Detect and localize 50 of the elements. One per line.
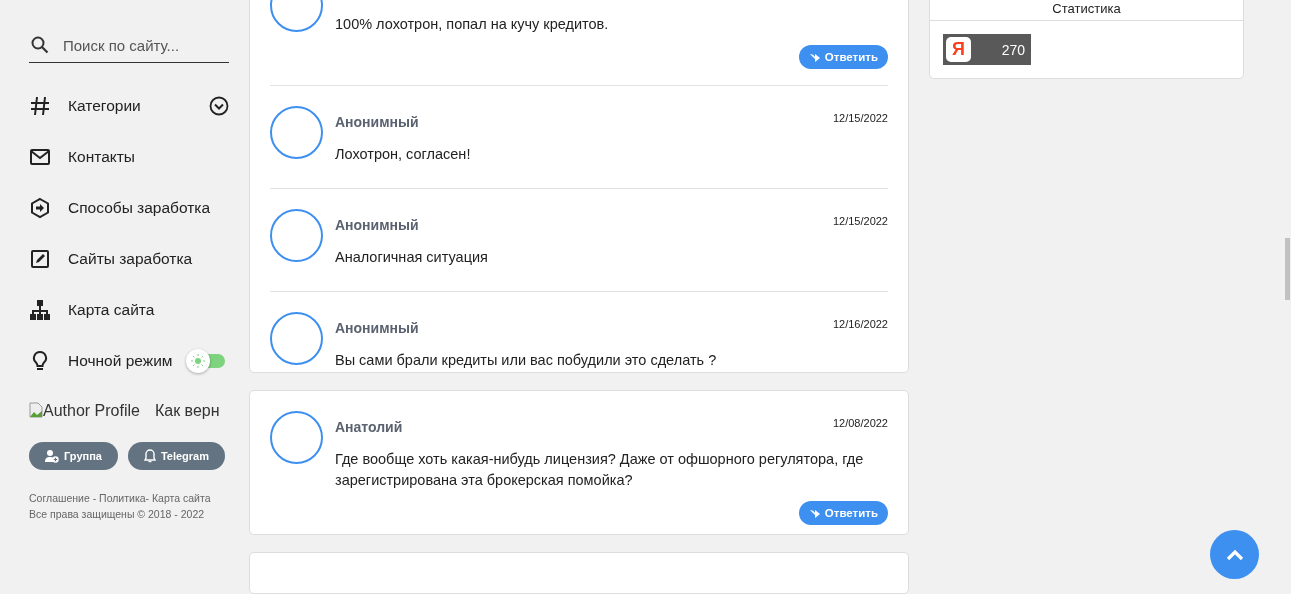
comment-text: Лохотрон, согласен! <box>335 145 472 164</box>
chevron-up-icon <box>1225 548 1244 561</box>
sitemap-icon <box>29 298 51 321</box>
comment-author: Анатолий <box>335 419 403 436</box>
nav-link[interactable]: Сайты заработка <box>68 249 193 268</box>
comment-author: Анонимный <box>335 217 419 233</box>
avatar <box>270 106 323 159</box>
scrollbar-thumb[interactable] <box>1285 238 1290 300</box>
group-button[interactable]: Группа <box>29 442 118 470</box>
search-field[interactable]: Поиск по сайту... <box>29 34 229 63</box>
search-icon <box>31 36 49 54</box>
comment-date: 12/15/2022 <box>832 112 888 124</box>
avatar <box>270 411 323 465</box>
hexagon-arrow-icon <box>29 196 51 219</box>
nav-link[interactable]: Категории <box>68 96 141 115</box>
comment-date: 12/15/2022 <box>832 215 888 227</box>
nav-link[interactable]: Способы заработка <box>68 198 211 217</box>
comment-text: 100% лохотрон, попал на кучу кредитов. <box>335 15 610 34</box>
nav-link[interactable]: Ночной режим <box>68 351 173 370</box>
scroll-to-top-button[interactable] <box>1210 530 1259 579</box>
scrolling-text: Как верн <box>154 402 220 420</box>
copyright-text: Все права защищены © 2018 - 2022 <box>29 507 206 522</box>
bell-icon <box>143 449 156 463</box>
comment-date: 12/08/2022 <box>832 417 888 430</box>
comment-author: Анонимный <box>335 114 419 130</box>
telegram-button[interactable]: Telegram <box>127 442 225 470</box>
avatar <box>270 312 323 365</box>
hash-icon <box>29 94 51 117</box>
night-mode-toggle[interactable] <box>185 348 227 374</box>
search-input[interactable]: Поиск по сайту... <box>63 36 223 54</box>
comment-text: Вы сами брали кредиты или вас побудили это сделать ? <box>335 351 718 370</box>
broken-image-alt-text: Author Profile <box>43 402 140 420</box>
reply-arrow-icon <box>808 508 821 519</box>
avatar <box>270 209 323 262</box>
footer-links[interactable]: Соглашение - Политика- Карта сайта <box>29 490 229 506</box>
reply-arrow-icon <box>808 52 821 62</box>
visit-counter: Я 270 <box>943 34 1031 65</box>
chevron-down-icon[interactable] <box>209 95 229 116</box>
comment-text: Где вообще хоть какая-нибудь лицензия? Даже от офшорного регулятора, где зарегистрирована эта брокерская помойка? <box>335 450 865 491</box>
sun-icon <box>191 354 205 368</box>
broken-image-icon <box>29 402 43 418</box>
comment-date: 12/16/2022 <box>832 318 888 330</box>
pencil-square-icon <box>29 247 51 270</box>
logo-icon: Я <box>946 37 971 62</box>
add-user-icon <box>45 449 59 463</box>
comment-author: Анонимный <box>335 320 419 336</box>
nav-link[interactable]: Карта сайта <box>68 300 155 319</box>
nav-link[interactable]: Контакты <box>68 147 135 166</box>
comment-text: Аналогичная ситуация <box>335 248 489 267</box>
widget-title: Статистика <box>930 0 1243 21</box>
